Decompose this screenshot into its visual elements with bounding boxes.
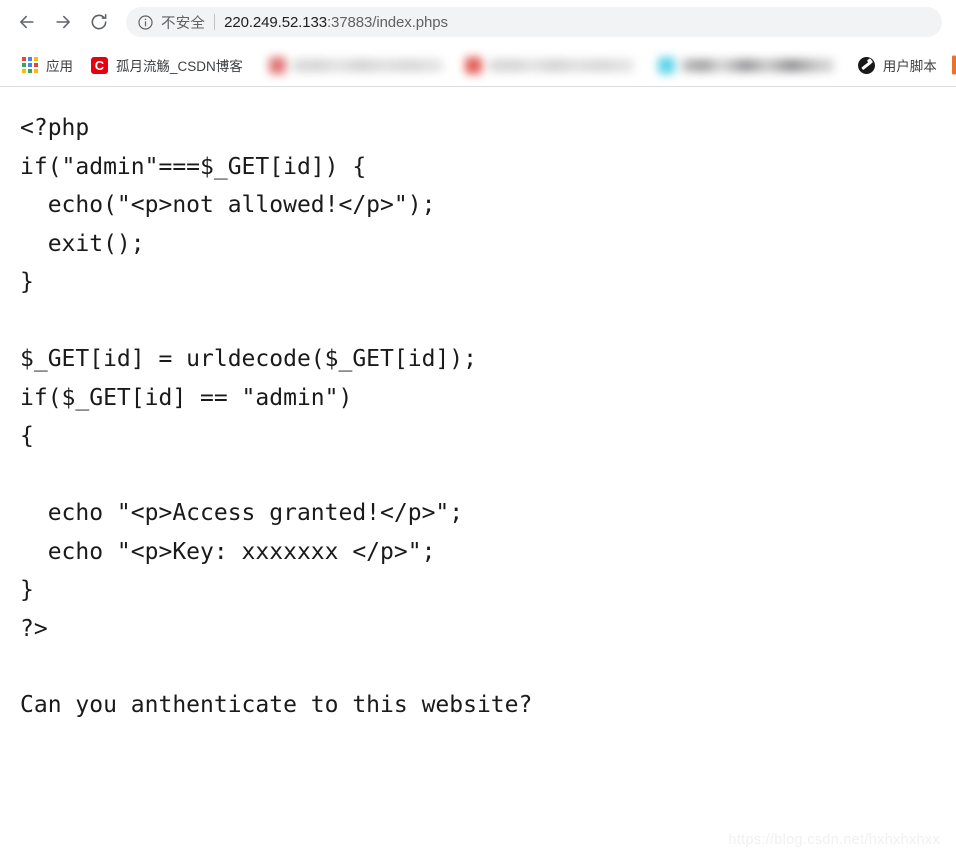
bookmark-csdn-blog[interactable]: 孤月流觞_CSDN博客 [83,51,251,79]
blurred-label [488,58,634,72]
url-host: 220.249.52.133 [224,13,327,31]
back-arrow-icon [17,12,37,32]
security-status-label: 不安全 [161,15,206,32]
browser-toolbar: 不安全 220.249.52.133:37883/index.phps [0,0,956,44]
reload-button[interactable] [84,7,114,37]
page-content: <?php if("admin"===$_GET[id]) { echo("<p… [0,87,956,860]
bookmark-label-userscripts: 用户脚本 [882,59,937,74]
browser-window: 不安全 220.249.52.133:37883/index.phps 应用 孤… [0,0,956,860]
forward-arrow-icon [53,12,73,32]
bookmark-blurred-2[interactable] [464,52,634,78]
blurred-favicon [657,56,675,74]
url-text: 220.249.52.133:37883/index.phps [224,14,448,31]
bookmark-label-apps: 应用 [46,59,73,74]
bookmark-userscripts[interactable]: 用户脚本 [850,51,945,79]
forward-button[interactable] [48,7,78,37]
bookmark-apps[interactable]: 应用 [14,51,81,79]
url-path: :37883/index.phps [326,13,448,31]
blurred-favicon [464,56,482,74]
tampermonkey-icon [857,56,875,74]
bookmark-overflow-indicator[interactable] [952,55,956,75]
bookmark-label-csdn-blog: 孤月流觞_CSDN博客 [116,59,243,74]
address-bar[interactable]: 不安全 220.249.52.133:37883/index.phps [126,7,942,37]
blurred-label [681,58,834,72]
omnibox-divider [214,14,216,30]
back-button[interactable] [12,7,42,37]
apps-grid-icon [22,57,38,73]
csdn-logo-icon [91,56,108,74]
php-source-code: <?php if("admin"===$_GET[id]) { echo("<p… [20,115,477,642]
page-question: Can you anthenticate to this website? [20,692,533,718]
info-circle-icon[interactable] [137,14,154,31]
blurred-label [292,58,443,72]
reload-icon [89,12,109,32]
bookmark-blurred-1[interactable] [268,52,443,78]
bookmark-blurred-3[interactable] [657,52,834,78]
blurred-favicon [268,56,286,74]
bookmarks-bar: 应用 孤月流觞_CSDN博客 用户脚本 [0,44,956,87]
csdn-watermark: https://blog.csdn.net/hxhxhxhxx [728,832,940,848]
